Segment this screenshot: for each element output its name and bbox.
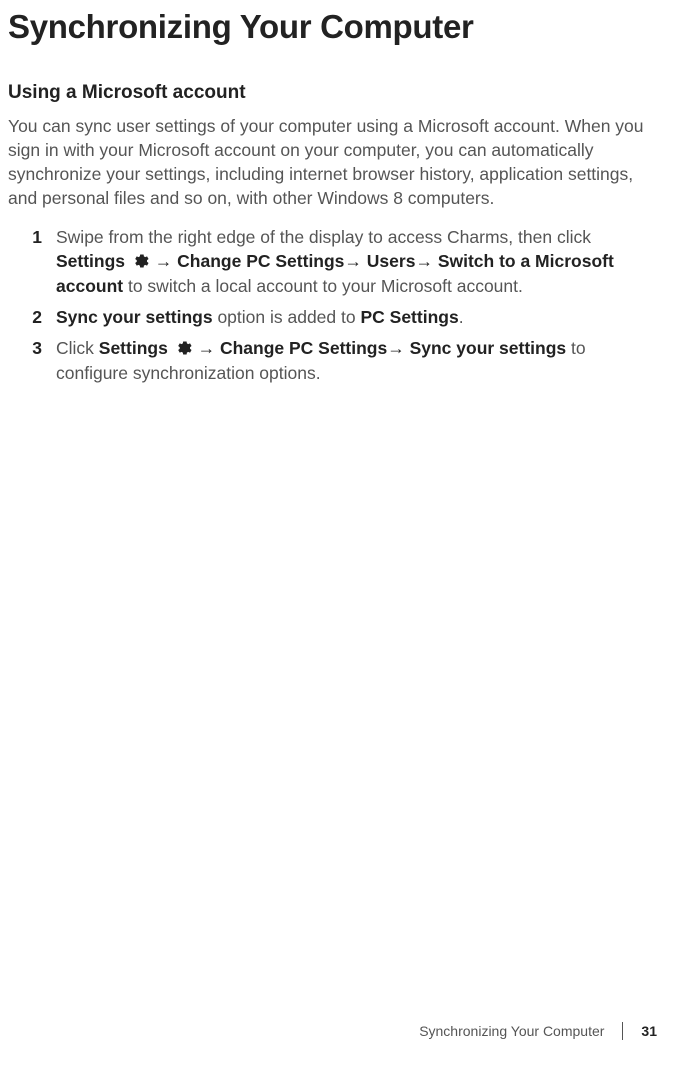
- settings-label: Settings: [99, 338, 168, 358]
- step-text: option is added to: [213, 307, 361, 327]
- step-number: 1: [28, 225, 56, 300]
- step-body: Click Settings → Change PC Settings→ Syn…: [56, 336, 655, 386]
- step-text: to switch a local account to your Micros…: [123, 276, 523, 296]
- arrow: →: [415, 251, 437, 271]
- arrow: →: [344, 251, 366, 271]
- step-number: 2: [28, 305, 56, 330]
- footer-divider: [622, 1022, 623, 1040]
- arrow: →: [387, 338, 409, 358]
- intro-paragraph: You can sync user settings of your compu…: [8, 114, 655, 211]
- step-1: 1 Swipe from the right edge of the displ…: [28, 225, 655, 300]
- gear-icon: [131, 252, 149, 270]
- arrow: →: [198, 338, 220, 358]
- gear-icon: [174, 339, 192, 357]
- step-3: 3 Click Settings → Change PC Settings→ S…: [28, 336, 655, 386]
- nav-part: Users: [367, 251, 416, 271]
- nav-part: Change PC Settings: [177, 251, 344, 271]
- section-title: Using a Microsoft account: [8, 82, 655, 104]
- bold-text: PC Settings: [360, 307, 458, 327]
- footer: Synchronizing Your Computer 31: [419, 1022, 657, 1040]
- nav-part: Sync your settings: [410, 338, 567, 358]
- step-text: Click: [56, 338, 99, 358]
- footer-label: Synchronizing Your Computer: [419, 1023, 604, 1039]
- step-number: 3: [28, 336, 56, 386]
- arrow: →: [155, 251, 177, 271]
- step-text: Swipe from the right edge of the display…: [56, 227, 591, 247]
- step-text: .: [459, 307, 464, 327]
- bold-text: Sync your settings: [56, 307, 213, 327]
- page-number: 31: [641, 1023, 657, 1039]
- page-title: Synchronizing Your Computer: [8, 8, 655, 46]
- settings-label: Settings: [56, 251, 125, 271]
- steps-list: 1 Swipe from the right edge of the displ…: [8, 225, 655, 386]
- step-2: 2 Sync your settings option is added to …: [28, 305, 655, 330]
- step-body: Swipe from the right edge of the display…: [56, 225, 655, 300]
- nav-part: Change PC Settings: [220, 338, 387, 358]
- step-body: Sync your settings option is added to PC…: [56, 305, 655, 330]
